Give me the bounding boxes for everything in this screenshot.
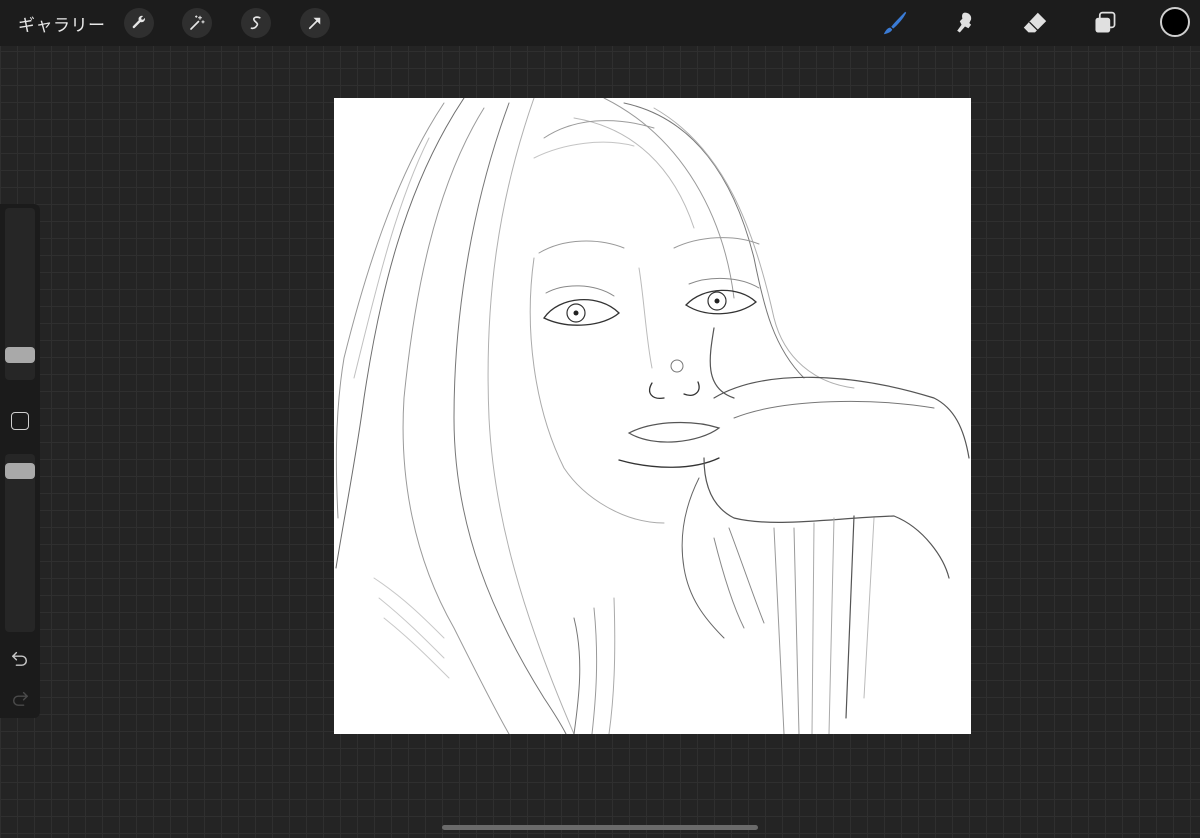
color-picker-button[interactable] [1160,7,1190,37]
app-window: ギャラリー [0,0,1200,838]
opacity-slider[interactable] [5,454,35,632]
sketch-artwork [335,98,970,734]
top-toolbar: ギャラリー [0,0,1200,46]
selection-button[interactable] [241,8,271,38]
modify-button[interactable] [11,412,29,430]
brush-button[interactable] [880,9,910,37]
transform-button[interactable] [300,8,330,38]
actions-button[interactable] [124,8,154,38]
transform-arrow-icon [308,17,321,30]
selection-icon [250,16,261,30]
redo-icon [12,691,28,706]
undo-button[interactable] [10,648,30,668]
home-indicator [442,825,758,830]
brush-size-thumb[interactable] [5,347,35,363]
undo-icon [12,651,28,666]
eraser-button[interactable] [1020,9,1050,37]
smudge-icon [957,12,972,33]
left-sidebar [0,204,40,718]
smudge-button[interactable] [950,9,980,37]
magic-wand-icon [190,15,205,30]
adjustments-button[interactable] [182,8,212,38]
layers-button[interactable] [1090,9,1120,37]
eraser-icon [1023,12,1047,33]
gallery-button[interactable]: ギャラリー [18,11,106,36]
wrench-icon [132,15,145,29]
layers-icon [1095,11,1116,33]
brush-icon [883,11,907,35]
opacity-thumb[interactable] [5,463,35,479]
redo-button[interactable] [10,688,30,708]
drawing-canvas[interactable] [334,98,971,734]
